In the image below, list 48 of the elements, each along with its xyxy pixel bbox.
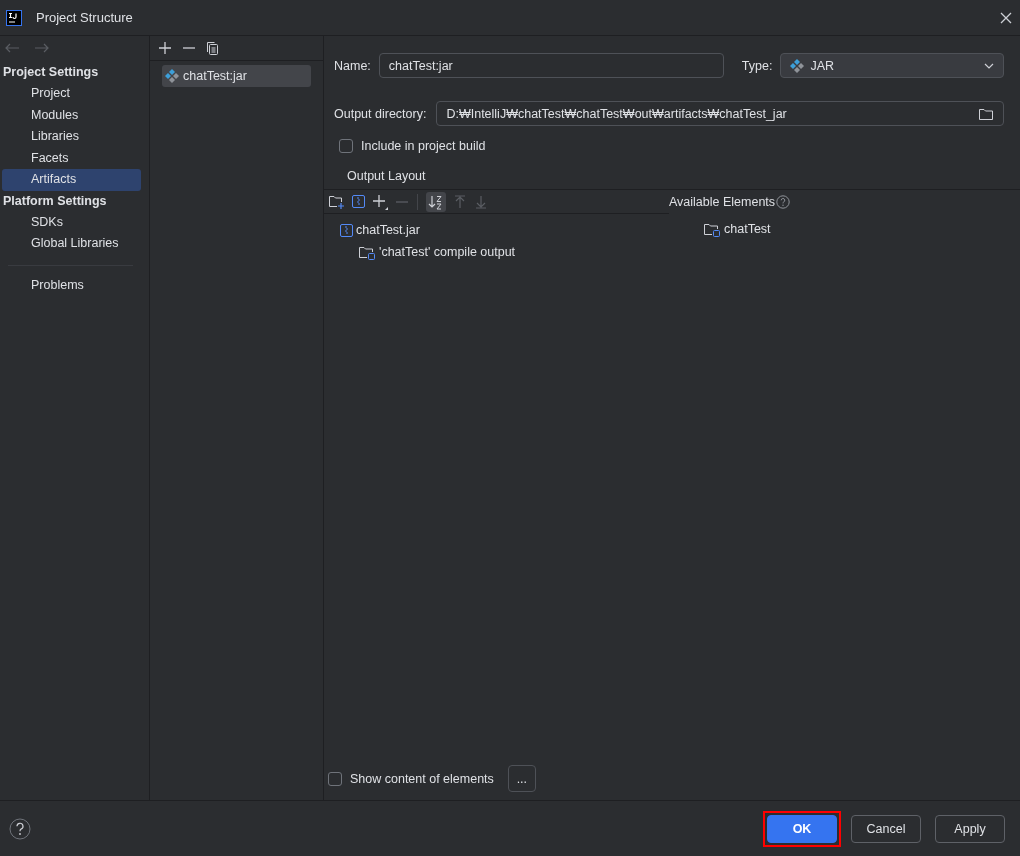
sidebar-item[interactable]: Facets bbox=[2, 147, 141, 169]
output-directory-field[interactable]: D:₩IntelliJ₩chatTest₩chatTest₩out₩artifacts₩chatTest_jar bbox=[436, 101, 1004, 126]
checkbox-label: Include in project build bbox=[361, 139, 486, 153]
name-field[interactable]: chatTest:jar bbox=[378, 53, 724, 78]
more-button[interactable]: ... bbox=[507, 765, 536, 792]
field-label: Name: bbox=[334, 58, 371, 73]
tree-item[interactable]: chatTest.jar bbox=[356, 223, 420, 237]
new-folder-icon[interactable] bbox=[328, 194, 345, 209]
field-label: Output directory: bbox=[334, 106, 427, 121]
section-label: Output Layout bbox=[346, 168, 427, 185]
dialog-button[interactable]: OK bbox=[767, 814, 837, 843]
chevron-down-icon bbox=[984, 62, 994, 69]
checkbox[interactable] bbox=[328, 771, 342, 786]
archive-icon bbox=[340, 223, 353, 237]
checkbox[interactable] bbox=[339, 139, 353, 153]
module-folder-icon bbox=[358, 244, 376, 260]
add-icon[interactable] bbox=[158, 41, 172, 55]
copy-icon[interactable] bbox=[206, 41, 219, 55]
archive-icon[interactable] bbox=[352, 195, 365, 208]
artifact-icon bbox=[790, 58, 805, 73]
app-logo-icon bbox=[6, 9, 22, 26]
checkbox-label: Show content of elements bbox=[350, 771, 494, 786]
module-folder-icon bbox=[703, 221, 721, 237]
panel-label: Available Elements bbox=[669, 194, 776, 209]
field-label: Type: bbox=[741, 58, 773, 73]
artifact-icon bbox=[165, 69, 179, 83]
folder-icon bbox=[978, 106, 994, 121]
dialog-button[interactable]: Apply bbox=[935, 814, 1005, 843]
add-icon[interactable] bbox=[372, 193, 388, 210]
sidebar-item[interactable]: Artifacts bbox=[2, 169, 141, 191]
sidebar-item[interactable]: SDKs bbox=[2, 211, 141, 233]
type-dropdown[interactable]: JAR bbox=[780, 53, 1004, 78]
sidebar-item[interactable]: Global Libraries bbox=[2, 233, 141, 255]
section-heading: Project Settings bbox=[2, 64, 100, 81]
sidebar-item[interactable]: Libraries bbox=[2, 126, 141, 148]
sidebar-item[interactable]: Problems bbox=[2, 274, 141, 296]
section-heading: Platform Settings bbox=[2, 192, 108, 210]
artifact-item[interactable]: chatTest:jar bbox=[162, 65, 311, 87]
tree-item[interactable]: chatTest bbox=[724, 222, 771, 236]
sidebar-item[interactable]: Modules bbox=[2, 104, 141, 126]
close-icon[interactable] bbox=[1000, 11, 1012, 24]
dialog-button[interactable]: Cancel bbox=[851, 814, 921, 843]
help-icon[interactable] bbox=[776, 194, 791, 209]
sidebar-item[interactable]: Project bbox=[2, 83, 141, 105]
help-icon[interactable] bbox=[9, 817, 31, 840]
window-title: Project Structure bbox=[36, 10, 134, 25]
sort-icon[interactable] bbox=[426, 191, 446, 212]
tree-item[interactable]: 'chatTest' compile output bbox=[379, 245, 516, 259]
